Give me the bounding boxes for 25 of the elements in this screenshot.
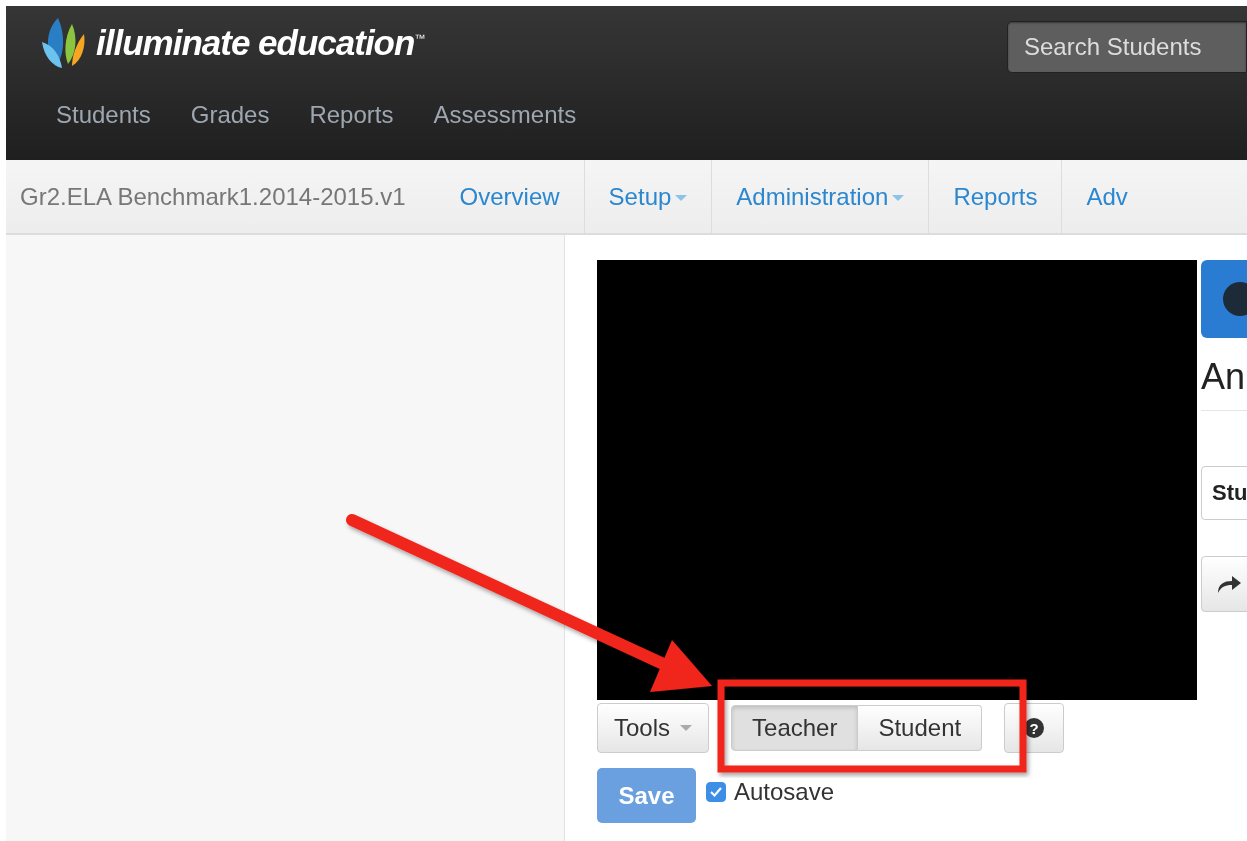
search-field[interactable]: Search Students <box>1007 21 1247 73</box>
logo-text: illuminate education$^{™}$ <box>96 23 426 63</box>
caret-icon <box>892 195 905 201</box>
nav-link[interactable]: Grades <box>190 101 270 129</box>
nav-link[interactable]: Students <box>56 101 151 129</box>
caret-icon <box>675 195 688 201</box>
nav-link[interactable]: Assessments <box>433 101 577 129</box>
section-heading: An <box>1201 356 1247 411</box>
tools-button[interactable]: Tools <box>597 703 710 753</box>
nav-tab[interactable]: Adv <box>1061 160 1152 233</box>
nav-tab[interactable]: Reports <box>928 160 1062 233</box>
autosave-checkbox[interactable] <box>706 781 726 802</box>
circle-icon <box>1223 282 1247 316</box>
nav-tab[interactable]: Setup <box>583 160 712 233</box>
view-toggle[interactable]: Teacher <box>731 705 859 751</box>
nav-link[interactable]: Reports <box>309 101 394 129</box>
nav-tab[interactable]: Overview <box>435 160 584 233</box>
assessment-title: Gr2.ELA Benchmark1.2014-2015.v1 <box>19 182 407 211</box>
select-field[interactable]: Stu <box>1201 466 1247 520</box>
caret-icon <box>680 725 693 731</box>
checkmark-icon <box>709 785 723 798</box>
view-toggle[interactable]: Student <box>858 705 983 751</box>
autosave-label: Autosave <box>734 777 835 806</box>
redo-arrow-icon <box>1216 574 1242 594</box>
nav-tab[interactable]: Administration <box>711 160 929 233</box>
